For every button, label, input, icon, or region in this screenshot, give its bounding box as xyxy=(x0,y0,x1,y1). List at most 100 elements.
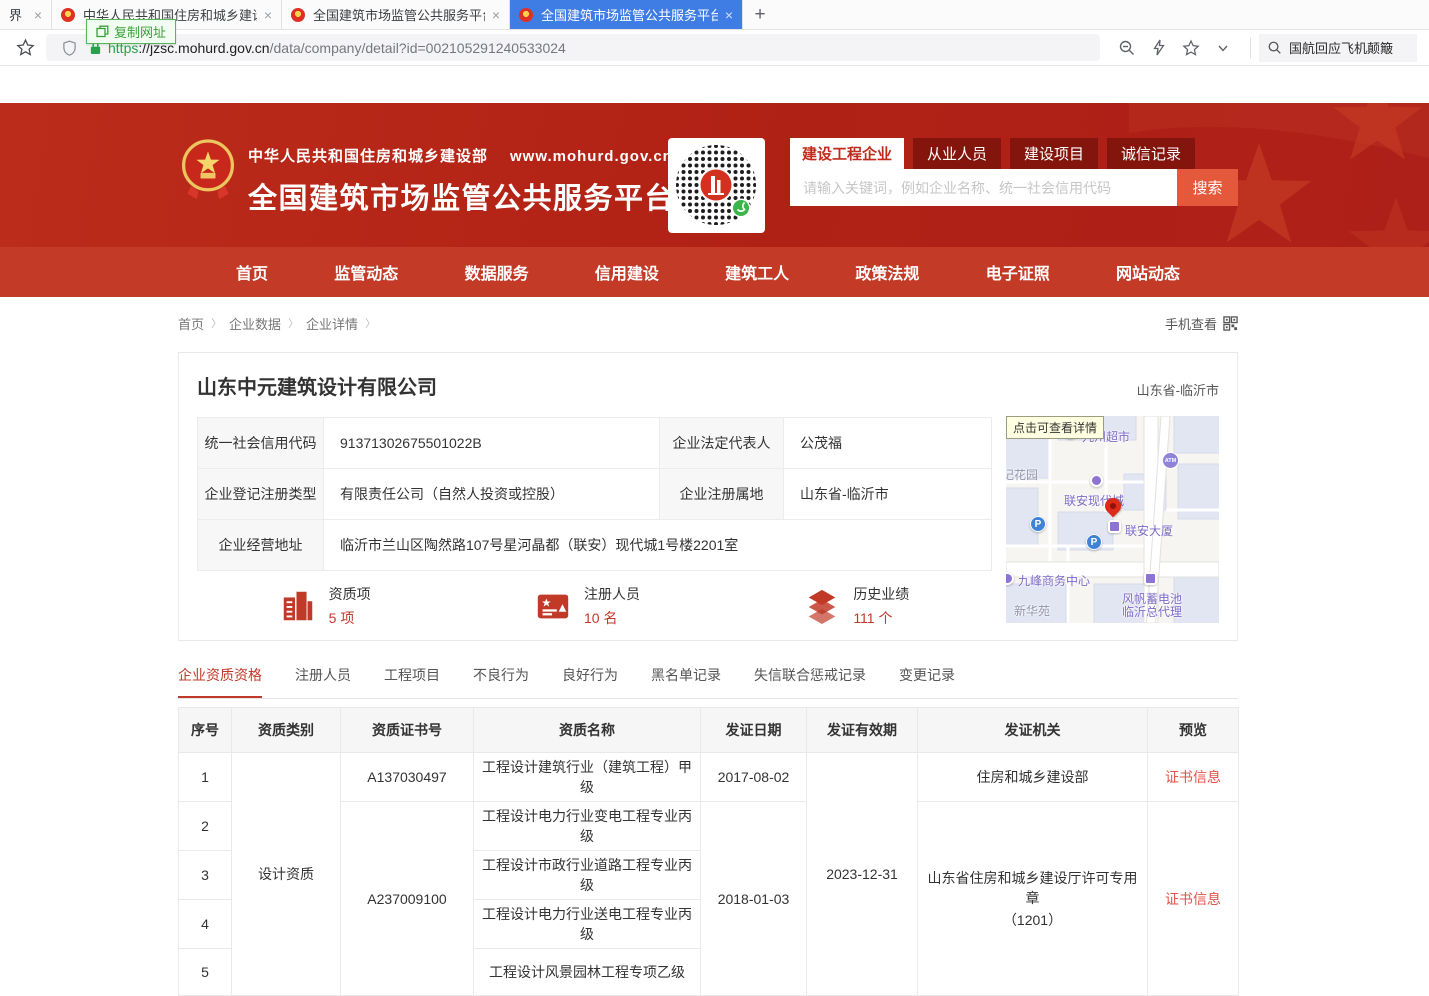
site-banner: 中华人民共和国住房和城乡建设部 www.mohurd.gov.cn 全国建筑市场… xyxy=(0,103,1429,247)
nav-data-service[interactable]: 数据服务 xyxy=(465,260,529,284)
browser-tab-2[interactable]: 全国建筑市场监管公共服务平台 × xyxy=(282,0,510,29)
browser-search-box[interactable]: 国航回应飞机颠簸 xyxy=(1259,34,1417,62)
map-label-battery-2: 临沂总代理 xyxy=(1122,603,1182,620)
nav-e-license[interactable]: 电子证照 xyxy=(986,260,1050,284)
new-tab-button[interactable]: + xyxy=(743,0,777,29)
map-pin-icon xyxy=(1090,474,1103,487)
favorite-star-icon[interactable] xyxy=(1178,35,1204,61)
bookmark-star-icon[interactable] xyxy=(12,35,38,61)
nav-site-news[interactable]: 网站动态 xyxy=(1116,260,1180,284)
cell-seq: 2 xyxy=(179,802,232,851)
field-label: 企业注册属地 xyxy=(660,469,784,520)
col-issue-date: 发证日期 xyxy=(701,708,807,753)
reg-type-value: 有限责任公司（自然人投资或控股） xyxy=(324,469,660,520)
col-cert-no: 资质证书号 xyxy=(341,708,474,753)
keyword-input[interactable] xyxy=(790,169,1177,206)
browser-tab-3-active[interactable]: 全国建筑市场监管公共服务平台 × xyxy=(510,0,743,29)
site-favicon-icon xyxy=(61,8,75,22)
company-card: 山东中元建筑设计有限公司 山东省-临沂市 统一社会信用代码 9137130267… xyxy=(178,352,1238,641)
building-pin-icon xyxy=(1108,520,1121,533)
copy-icon xyxy=(96,25,109,38)
flash-extension-icon[interactable] xyxy=(1146,35,1172,61)
col-authority: 发证机关 xyxy=(918,708,1148,753)
breadcrumb-separator: 〉 xyxy=(365,315,376,331)
close-icon[interactable]: × xyxy=(34,8,42,22)
field-label: 统一社会信用代码 xyxy=(198,418,324,469)
tab-projects[interactable]: 工程项目 xyxy=(384,665,440,698)
cell-name: 工程设计电力行业变电工程专业丙级 xyxy=(474,802,701,851)
browser-tabstrip: 界 × 中华人民共和国住房和城乡建设 × 全国建筑市场监管公共服务平台 × 全国… xyxy=(0,0,1429,30)
col-seq: 序号 xyxy=(179,708,232,753)
cell-seq: 4 xyxy=(179,900,232,949)
tab-bad-behavior[interactable]: 不良行为 xyxy=(473,665,529,698)
id-card-icon xyxy=(534,587,572,625)
stat-value: 10 名 xyxy=(584,608,640,628)
search-tab-credit[interactable]: 诚信记录 xyxy=(1107,138,1195,169)
search-button[interactable]: 搜索 xyxy=(1177,169,1238,206)
browser-toolbar: https://jzsc.mohurd.gov.cn/data/company/… xyxy=(0,30,1429,66)
breadcrumb-home[interactable]: 首页 xyxy=(178,314,204,333)
map-tooltip: 点击可查看详情 xyxy=(1006,416,1104,439)
tab-change-records[interactable]: 变更记录 xyxy=(899,665,955,698)
tab-title: 界 xyxy=(9,5,27,24)
stat-label: 资质项 xyxy=(329,584,371,604)
map-label-tower: 联安大厦 xyxy=(1125,522,1173,539)
chevron-down-icon[interactable] xyxy=(1210,35,1236,61)
certificate-info-link[interactable]: 证书信息 xyxy=(1165,891,1221,907)
tab-blacklist[interactable]: 黑名单记录 xyxy=(651,665,721,698)
parking-icon: P xyxy=(1030,516,1046,532)
tab-qualifications[interactable]: 企业资质资格 xyxy=(178,665,262,698)
close-icon[interactable]: × xyxy=(725,8,733,22)
stat-registered-personnel: 注册人员 10 名 xyxy=(534,584,640,628)
search-tab-project[interactable]: 建设项目 xyxy=(1010,138,1098,169)
field-label: 企业经营地址 xyxy=(198,520,324,571)
page-content: 首页 〉 企业数据 〉 企业详情 〉 手机查看 山东中元建筑设计有限公司 山东省… xyxy=(178,297,1238,996)
ministry-line: 中华人民共和国住房和城乡建设部 www.mohurd.gov.cn xyxy=(248,145,675,166)
company-region: 山东省-临沂市 xyxy=(1137,380,1219,399)
search-tab-personnel[interactable]: 从业人员 xyxy=(913,138,1001,169)
breadcrumb-company-data[interactable]: 企业数据 xyxy=(229,314,281,333)
url-bar[interactable]: https://jzsc.mohurd.gov.cn/data/company/… xyxy=(46,34,1100,61)
zoom-out-icon[interactable] xyxy=(1114,35,1140,61)
company-location-map[interactable]: 九州超市 ATM 记花园 联安现代城 联安大厦 P P 九峰商务中心 风帆蓄电池… xyxy=(1006,416,1219,623)
nav-credit[interactable]: 信用建设 xyxy=(595,260,659,284)
main-nav: 首页 监管动态 数据服务 信用建设 建筑工人 政策法规 电子证照 网站动态 xyxy=(0,247,1429,297)
tab-registered-personnel[interactable]: 注册人员 xyxy=(295,665,351,698)
cell-seq: 5 xyxy=(179,949,232,996)
nav-policy[interactable]: 政策法规 xyxy=(855,260,919,284)
credit-code-value: 91371302675501022B xyxy=(324,418,660,469)
close-icon[interactable]: × xyxy=(264,8,272,22)
col-category: 资质类别 xyxy=(232,708,341,753)
stat-value: 5 项 xyxy=(329,608,371,628)
parking-icon: P xyxy=(1086,534,1102,550)
field-label: 企业登记注册类型 xyxy=(198,469,324,520)
close-icon[interactable]: × xyxy=(492,8,500,22)
cell-valid-until: 2023-12-31 xyxy=(807,753,918,996)
qr-code xyxy=(668,138,765,233)
breadcrumb-separator: 〉 xyxy=(211,315,222,331)
company-name: 山东中元建筑设计有限公司 xyxy=(197,371,1219,400)
cell-authority: 住房和城乡建设部 xyxy=(918,753,1148,802)
tab-good-behavior[interactable]: 良好行为 xyxy=(562,665,618,698)
header-search: 建设工程企业 从业人员 建设项目 诚信记录 搜索 xyxy=(790,138,1238,206)
site-favicon-icon xyxy=(291,8,305,22)
certificate-info-link[interactable]: 证书信息 xyxy=(1165,769,1221,785)
site-info-shield-icon[interactable] xyxy=(56,35,82,61)
platform-title: 全国建筑市场监管公共服务平台 xyxy=(248,175,675,217)
browser-tab-0[interactable]: 界 × xyxy=(0,0,52,29)
toolbar-actions xyxy=(1114,35,1236,61)
nav-home[interactable]: 首页 xyxy=(236,260,268,284)
search-tab-enterprise[interactable]: 建设工程企业 xyxy=(790,138,904,169)
field-label: 企业法定代表人 xyxy=(660,418,784,469)
col-preview: 预览 xyxy=(1148,708,1239,753)
nav-supervision[interactable]: 监管动态 xyxy=(334,260,398,284)
table-header-row: 序号 资质类别 资质证书号 资质名称 发证日期 发证有效期 发证机关 预览 xyxy=(179,708,1239,753)
tab-dishonesty[interactable]: 失信联合惩戒记录 xyxy=(754,665,866,698)
stat-qualifications: 资质项 5 项 xyxy=(279,584,371,628)
map-label-business-center: 九峰商务中心 xyxy=(1018,572,1090,589)
nav-workers[interactable]: 建筑工人 xyxy=(725,260,789,284)
mobile-view-button[interactable]: 手机查看 xyxy=(1165,314,1238,333)
cell-name: 工程设计建筑行业（建筑工程）甲级 xyxy=(474,753,701,802)
reg-region-value: 山东省-临沂市 xyxy=(784,469,992,520)
atm-icon: ATM xyxy=(1162,452,1179,469)
